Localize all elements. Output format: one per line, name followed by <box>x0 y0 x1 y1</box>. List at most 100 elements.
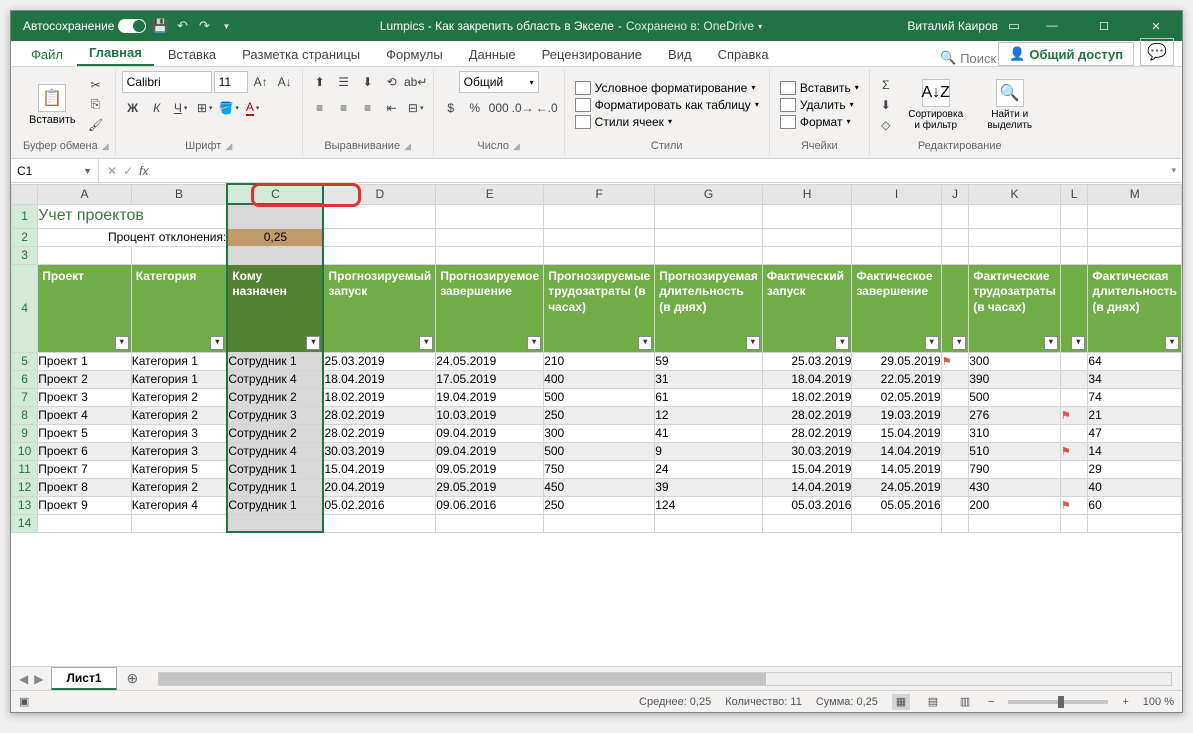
col-header-H[interactable]: H <box>762 184 851 204</box>
percent-icon[interactable]: % <box>464 97 486 119</box>
table-header-5[interactable]: Прогнозируемые трудозатраты (в часах)▾ <box>544 264 655 352</box>
cell-r8-c11[interactable]: 276 <box>969 406 1061 424</box>
cell-r8-c7[interactable]: 12 <box>655 406 763 424</box>
filter-dropdown-icon[interactable]: ▾ <box>210 336 224 350</box>
cell-r10-c10[interactable] <box>941 442 968 460</box>
cell-r11-c1[interactable]: Проект 7 <box>38 460 132 478</box>
tab-review[interactable]: Рецензирование <box>530 43 654 66</box>
cell-r9-c4[interactable]: 28.02.2019 <box>323 424 435 442</box>
paste-button[interactable]: 📋Вставить <box>23 82 82 128</box>
cell-styles-button[interactable]: Стили ячеек▾ <box>571 114 763 130</box>
qat-dropdown-icon[interactable]: ▼ <box>218 18 234 34</box>
cell-r11-c5[interactable]: 09.05.2019 <box>436 460 544 478</box>
cell-r8-c2[interactable]: Категория 2 <box>131 406 227 424</box>
cell-r13-c12[interactable]: ⚑ <box>1060 496 1087 514</box>
cell-r8-c8[interactable]: 28.02.2019 <box>762 406 851 424</box>
cell-r10-c1[interactable]: Проект 6 <box>38 442 132 460</box>
view-normal-icon[interactable]: ▦ <box>892 694 910 710</box>
view-pagebreak-icon[interactable]: ▥ <box>956 694 974 710</box>
cell-r10-c11[interactable]: 510 <box>969 442 1061 460</box>
underline-button[interactable]: Ч▾ <box>170 97 192 119</box>
cell-r10-c2[interactable]: Категория 3 <box>131 442 227 460</box>
cell-r10-c13[interactable]: 14 <box>1088 442 1182 460</box>
conditional-formatting-button[interactable]: Условное форматирование▾ <box>571 80 763 96</box>
font-name-select[interactable]: Calibri <box>122 71 212 93</box>
col-header-I[interactable]: I <box>852 184 941 204</box>
minimize-button[interactable]: — <box>1030 11 1074 41</box>
filter-dropdown-icon[interactable]: ▾ <box>115 336 129 350</box>
cell-r7-c1[interactable]: Проект 3 <box>38 388 132 406</box>
close-button[interactable]: ✕ <box>1134 11 1178 41</box>
cell-r13-c11[interactable]: 200 <box>969 496 1061 514</box>
insert-cells-button[interactable]: Вставить▾ <box>776 80 863 96</box>
table-header-6[interactable]: Прогнозируемая длительность (в днях)▾ <box>655 264 763 352</box>
row-header-2[interactable]: 2 <box>12 228 38 246</box>
row-header-5[interactable]: 5 <box>12 352 38 370</box>
filter-dropdown-icon[interactable]: ▾ <box>952 336 966 350</box>
inc-decimal-icon[interactable]: .0→ <box>512 97 534 119</box>
fx-icon[interactable]: fx <box>139 164 148 178</box>
cell-r9-c11[interactable]: 310 <box>969 424 1061 442</box>
cell-r13-c7[interactable]: 124 <box>655 496 763 514</box>
tab-home[interactable]: Главная <box>77 41 154 66</box>
bold-button[interactable]: Ж <box>122 97 144 119</box>
cell-r5-c13[interactable]: 64 <box>1088 352 1182 370</box>
save-location[interactable]: Сохранено в: OneDrive <box>626 19 754 33</box>
cell-r9-c13[interactable]: 47 <box>1088 424 1182 442</box>
col-header-K[interactable]: K <box>969 184 1061 204</box>
cell-r6-c4[interactable]: 18.04.2019 <box>323 370 435 388</box>
cell-r8-c3[interactable]: Сотрудник 3 <box>227 406 323 424</box>
col-header-D[interactable]: D <box>323 184 435 204</box>
cell-r5-c3[interactable]: Сотрудник 1 <box>227 352 323 370</box>
table-header-4[interactable]: Прогнозируемое завершение▾ <box>436 264 544 352</box>
col-header-G[interactable]: G <box>655 184 763 204</box>
cell-r11-c4[interactable]: 15.04.2019 <box>323 460 435 478</box>
cell-r11-c6[interactable]: 750 <box>544 460 655 478</box>
cell-r9-c7[interactable]: 41 <box>655 424 763 442</box>
cell-r6-c7[interactable]: 31 <box>655 370 763 388</box>
cell-r9-c12[interactable] <box>1060 424 1087 442</box>
cell-r12-c13[interactable]: 40 <box>1088 478 1182 496</box>
cell-r5-c5[interactable]: 24.05.2019 <box>436 352 544 370</box>
cell-r13-c6[interactable]: 250 <box>544 496 655 514</box>
cell-r8-c10[interactable] <box>941 406 968 424</box>
cell-r12-c12[interactable] <box>1060 478 1087 496</box>
font-color-button[interactable]: А▾ <box>242 97 264 119</box>
cell-r7-c11[interactable]: 500 <box>969 388 1061 406</box>
filter-dropdown-icon[interactable]: ▾ <box>419 336 433 350</box>
font-size-select[interactable]: 11 <box>214 71 248 93</box>
fill-color-button[interactable]: 🪣▾ <box>218 97 240 119</box>
cell-r9-c10[interactable] <box>941 424 968 442</box>
row-header-14[interactable]: 14 <box>12 514 38 532</box>
cell-r11-c13[interactable]: 29 <box>1088 460 1182 478</box>
cell-r7-c8[interactable]: 18.02.2019 <box>762 388 851 406</box>
table-header-3[interactable]: Прогнозируемый запуск▾ <box>323 264 435 352</box>
col-header-A[interactable]: A <box>38 184 132 204</box>
table-header-8[interactable]: Фактическое завершение▾ <box>852 264 941 352</box>
macro-record-icon[interactable]: ▣ <box>19 695 29 708</box>
cell-r9-c3[interactable]: Сотрудник 2 <box>227 424 323 442</box>
tab-file[interactable]: Файл <box>19 43 75 66</box>
cell-r6-c13[interactable]: 34 <box>1088 370 1182 388</box>
toggle-switch[interactable] <box>118 19 146 33</box>
row-header-6[interactable]: 6 <box>12 370 38 388</box>
cell-r6-c1[interactable]: Проект 2 <box>38 370 132 388</box>
delete-cells-button[interactable]: Удалить▾ <box>776 97 863 113</box>
align-top-icon[interactable]: ⬆ <box>309 71 331 93</box>
filter-dropdown-icon[interactable]: ▾ <box>1071 336 1085 350</box>
cell-r10-c6[interactable]: 500 <box>544 442 655 460</box>
autosave-toggle[interactable]: Автосохранение <box>23 19 146 33</box>
cell-r13-c9[interactable]: 05.05.2016 <box>852 496 941 514</box>
cell-r5-c12[interactable] <box>1060 352 1087 370</box>
cell-r5-c11[interactable]: 300 <box>969 352 1061 370</box>
cell-r6-c9[interactable]: 22.05.2019 <box>852 370 941 388</box>
cell-r12-c2[interactable]: Категория 2 <box>131 478 227 496</box>
cell-r5-c9[interactable]: 29.05.2019 <box>852 352 941 370</box>
cell-r9-c8[interactable]: 28.02.2019 <box>762 424 851 442</box>
cell-dev-value[interactable]: 0,25 <box>227 228 323 246</box>
cell-r9-c5[interactable]: 09.04.2019 <box>436 424 544 442</box>
table-header-0[interactable]: Проект▾ <box>38 264 132 352</box>
search-box[interactable]: 🔍 Поиск <box>940 50 996 66</box>
cell-r13-c1[interactable]: Проект 9 <box>38 496 132 514</box>
align-middle-icon[interactable]: ☰ <box>333 71 355 93</box>
